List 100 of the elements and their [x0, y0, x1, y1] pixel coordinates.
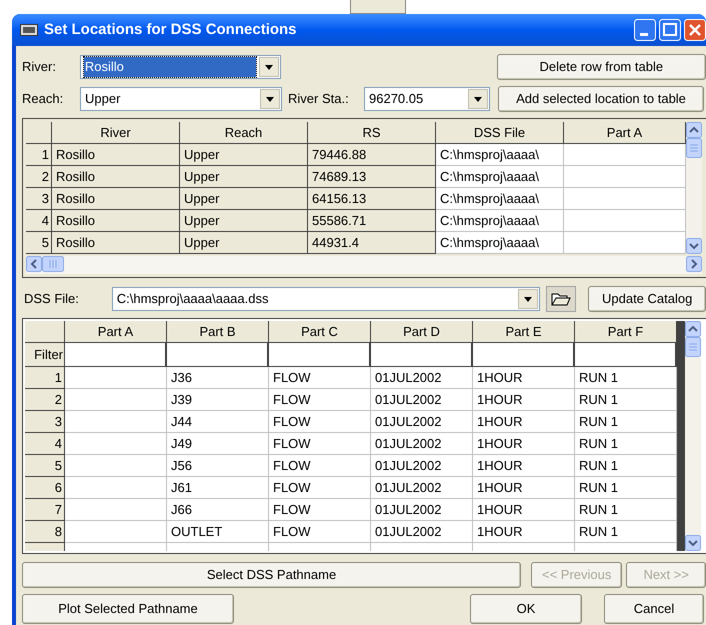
minimize-icon: [634, 19, 656, 41]
table-cell: C:\hmsproj\aaaa\: [436, 166, 564, 188]
column-header[interactable]: Part A: [65, 321, 167, 343]
filter-field[interactable]: [473, 343, 575, 367]
table-cell: FLOW: [269, 455, 371, 477]
table-cell: Rosillo: [52, 210, 180, 232]
table-cell: Rosillo: [52, 188, 180, 210]
table-cell: 55586.71: [308, 210, 436, 232]
scroll-right-icon: [686, 256, 702, 272]
folder-icon[interactable]: [546, 286, 576, 312]
table-cell: OUTLET: [167, 521, 269, 543]
row-header: Filter: [25, 343, 65, 367]
table-cell: 79446.88: [308, 144, 436, 166]
row-header[interactable]: 8: [25, 521, 65, 543]
dropdown[interactable]: Upper: [80, 87, 282, 111]
scroll-down-icon: [686, 238, 702, 254]
table-cell: C:\hmsproj\aaaa\: [436, 210, 564, 232]
button[interactable]: OK: [470, 594, 582, 624]
scroll-thumb-icon: [685, 337, 701, 357]
table-cell: 01JUL2002: [371, 477, 473, 499]
field-label: Reach:: [22, 90, 64, 108]
vertical-scrollbar[interactable]: [686, 122, 702, 254]
field-label: River:: [22, 58, 57, 76]
table-cell: C:\hmsproj\aaaa\: [436, 232, 564, 254]
app-icon: [20, 24, 38, 36]
table-cell: Upper: [180, 188, 308, 210]
table-cell: 1HOUR: [473, 411, 575, 433]
header-corner: [25, 321, 65, 343]
table-cell: 1HOUR: [473, 521, 575, 543]
field-label: River Sta.:: [287, 90, 350, 108]
row-header[interactable]: 5: [25, 455, 65, 477]
button[interactable]: Cancel: [604, 594, 704, 624]
scroll-thumb-icon: [42, 256, 64, 272]
filter-field[interactable]: [371, 343, 473, 367]
table-cell: J61: [167, 477, 269, 499]
table-cell: Rosillo: [52, 232, 180, 254]
table-cell: 1HOUR: [473, 477, 575, 499]
window-title: Set Locations for DSS Connections: [44, 20, 298, 40]
table-cell: C:\hmsproj\aaaa\: [436, 188, 564, 210]
dropdown[interactable]: C:\hmsproj\aaaa\aaaa.dss: [112, 287, 540, 311]
filter-field[interactable]: [167, 343, 269, 367]
table-cell: 1HOUR: [473, 367, 575, 389]
table-cell: 74689.13: [308, 166, 436, 188]
column-header[interactable]: Part B: [167, 321, 269, 343]
vertical-scrollbar[interactable]: [685, 321, 701, 551]
maximize-icon: [659, 19, 681, 41]
table-cell: 1HOUR: [473, 433, 575, 455]
table-cell: FLOW: [269, 367, 371, 389]
table-cell: FLOW: [269, 433, 371, 455]
button[interactable]: Select DSS Pathname: [22, 562, 522, 588]
table-cell: Rosillo: [52, 144, 180, 166]
table-cell: 01JUL2002: [371, 521, 473, 543]
table-cell: FLOW: [269, 477, 371, 499]
table-cell: 1HOUR: [473, 389, 575, 411]
close-icon: [684, 19, 706, 41]
scroll-up-icon: [685, 321, 701, 337]
table-cell: J39: [167, 389, 269, 411]
button[interactable]: Delete row from table: [496, 54, 706, 80]
header-corner: [26, 122, 52, 144]
filter-field[interactable]: [269, 343, 371, 367]
dropdown[interactable]: 96270.05: [364, 87, 490, 111]
table-cell: Rosillo: [52, 166, 180, 188]
scroll-thumb-icon: [686, 138, 702, 158]
scroll-left-icon: [26, 256, 42, 272]
table-cell: Upper: [180, 144, 308, 166]
column-header[interactable]: Part F: [575, 321, 677, 343]
table-cell: Upper: [180, 166, 308, 188]
table-cell: C:\hmsproj\aaaa\: [436, 144, 564, 166]
button[interactable]: Update Catalog: [588, 286, 706, 312]
column-header[interactable]: Part E: [473, 321, 575, 343]
scroll-up-icon: [686, 122, 702, 138]
table-cell: FLOW: [269, 521, 371, 543]
column-header[interactable]: Part D: [371, 321, 473, 343]
button[interactable]: Plot Selected Pathname: [22, 594, 234, 624]
table-cell: 64156.13: [308, 188, 436, 210]
button[interactable]: Add selected location to table: [498, 86, 704, 112]
table-cell: FLOW: [269, 499, 371, 521]
table-cell: 01JUL2002: [371, 499, 473, 521]
table-cell: 01JUL2002: [371, 433, 473, 455]
table-cell: J66: [167, 499, 269, 521]
row-header[interactable]: 3: [25, 411, 65, 433]
filter-field[interactable]: [65, 343, 167, 367]
column-header[interactable]: Part C: [269, 321, 371, 343]
table-cell: J36: [167, 367, 269, 389]
row-header[interactable]: 7: [25, 499, 65, 521]
table-cell: J44: [167, 411, 269, 433]
scroll-down-icon: [685, 535, 701, 551]
table-cell: Upper: [180, 232, 308, 254]
dropdown[interactable]: Rosillo: [80, 55, 282, 79]
table-cell: 1HOUR: [473, 455, 575, 477]
row-header[interactable]: 2: [25, 389, 65, 411]
table-cell: 01JUL2002: [371, 455, 473, 477]
table-cell: FLOW: [269, 389, 371, 411]
row-header[interactable]: 1: [25, 367, 65, 389]
field-label: DSS File:: [23, 290, 80, 308]
table-cell: 1HOUR: [473, 499, 575, 521]
row-header[interactable]: 4: [25, 433, 65, 455]
filter-field[interactable]: [575, 343, 677, 367]
row-header[interactable]: 6: [25, 477, 65, 499]
table-cell: FLOW: [269, 411, 371, 433]
